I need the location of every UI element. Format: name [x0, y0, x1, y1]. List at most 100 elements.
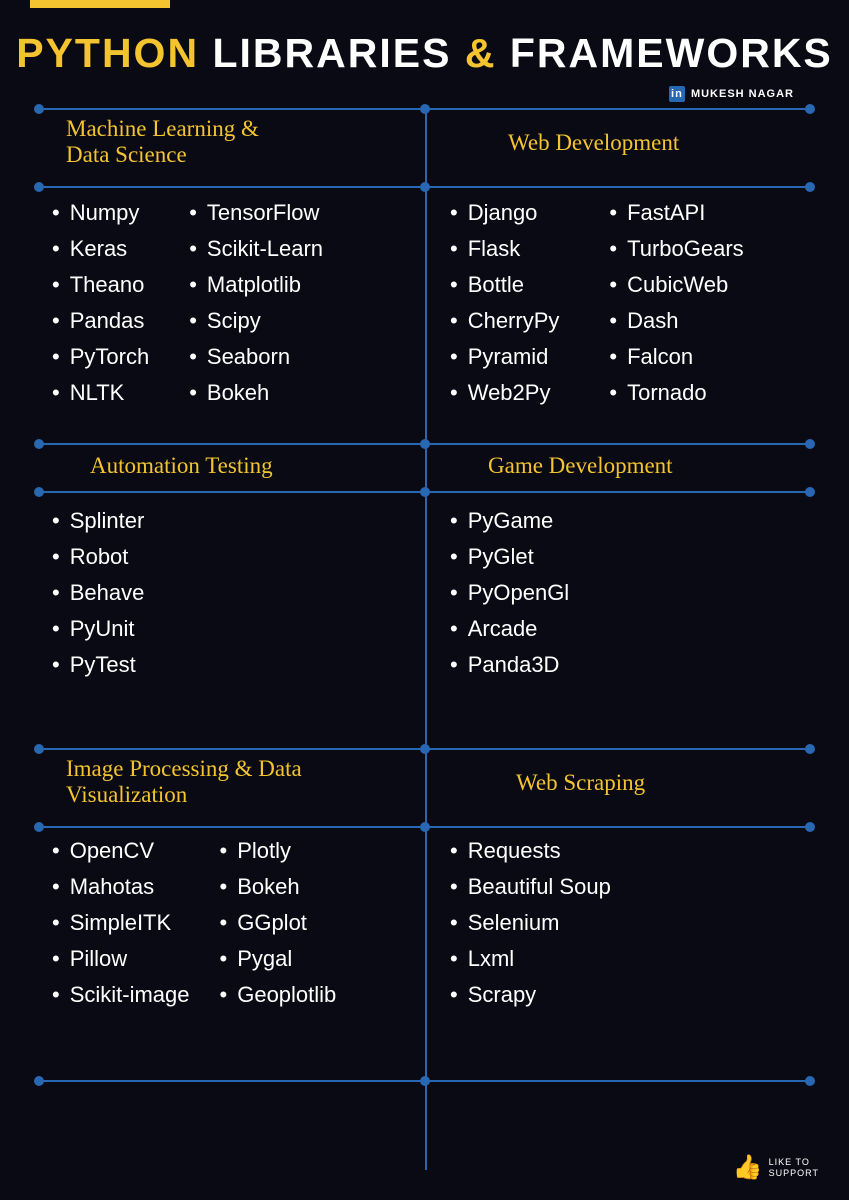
title-python: PYTHON — [16, 30, 199, 76]
items-scrape: Requests Beautiful Soup Selenium Lxml Scrapy — [450, 838, 611, 1008]
col: Numpy Keras Theano Pandas PyTorch NLTK — [52, 200, 149, 406]
dot — [34, 822, 44, 832]
linkedin-icon: in — [669, 86, 685, 102]
list-item: PyTest — [52, 652, 144, 678]
items-game: PyGame PyGlet PyOpenGl Arcade Panda3D — [450, 508, 569, 678]
list-item: Flask — [450, 236, 559, 262]
col: TensorFlowScikit-LearnMatplotlibScipySea… — [189, 200, 323, 406]
dot — [420, 822, 430, 832]
list-item: Scipy — [189, 308, 323, 334]
title-amp: & — [465, 30, 497, 76]
list-item: Scikit-Learn — [189, 236, 323, 262]
list-item: Web2Py — [450, 380, 559, 406]
list-item: OpenCV — [52, 838, 190, 864]
list-item: Pygal — [220, 946, 337, 972]
list-item: Selenium — [450, 910, 611, 936]
list-item: PyGlet — [450, 544, 569, 570]
col: FastAPI TurboGears CubicWeb Dash Falcon Torna… — [609, 200, 743, 406]
list-item: Panda3D — [450, 652, 569, 678]
list-item: Bottle — [450, 272, 559, 298]
list-item: Splinter — [52, 508, 144, 534]
dot — [420, 1076, 430, 1086]
list-item: GGplot — [220, 910, 337, 936]
dot — [34, 182, 44, 192]
list-item: Plotly — [220, 838, 337, 864]
dot — [34, 104, 44, 114]
col: OpenCVMahotasSimpleITKPillowScikit-image — [52, 838, 190, 1008]
list-item: Seaborn — [189, 344, 323, 370]
col: PyGame PyGlet PyOpenGl Arcade Panda3D — [450, 508, 569, 678]
list-item: Bokeh — [189, 380, 323, 406]
dot — [805, 104, 815, 114]
section-title-img: Image Processing & Data Visualization — [66, 756, 302, 808]
list-item: Theano — [52, 272, 149, 298]
dot — [805, 439, 815, 449]
list-item: Beautiful Soup — [450, 874, 611, 900]
like-text: LIKE TO SUPPORT — [769, 1157, 819, 1179]
dot — [420, 104, 430, 114]
list-item: PyTorch — [52, 344, 149, 370]
dot — [420, 487, 430, 497]
like-prompt: 👍 LIKE TO SUPPORT — [733, 1153, 819, 1182]
dot — [34, 439, 44, 449]
list-item: Keras — [52, 236, 149, 262]
dot — [420, 439, 430, 449]
list-item: Dash — [609, 308, 743, 334]
dot — [34, 487, 44, 497]
dot — [420, 182, 430, 192]
list-item: Behave — [52, 580, 144, 606]
author-name: MUKESH NAGAR — [691, 88, 794, 100]
dot — [805, 182, 815, 192]
list-item: NLTK — [52, 380, 149, 406]
list-item: Robot — [52, 544, 144, 570]
items-ml: Numpy Keras Theano Pandas PyTorch NLTK Tensor… — [52, 200, 323, 406]
author-credit: in MUKESH NAGAR — [669, 86, 794, 102]
like-line1: LIKE TO — [769, 1157, 819, 1168]
list-item: Falcon — [609, 344, 743, 370]
dot — [805, 1076, 815, 1086]
col: Plotly Bokeh GGplot Pygal Geoplotlib — [220, 838, 337, 1008]
list-item: TurboGears — [609, 236, 743, 262]
dot — [805, 487, 815, 497]
list-item: Scrapy — [450, 982, 611, 1008]
list-item: Requests — [450, 838, 611, 864]
list-item: Pyramid — [450, 344, 559, 370]
list-item: SimpleITK — [52, 910, 190, 936]
list-item: Geoplotlib — [220, 982, 337, 1008]
thumbs-up-icon: 👍 — [733, 1153, 763, 1182]
list-item: Numpy — [52, 200, 149, 226]
title-libraries: LIBRARIES — [212, 30, 451, 76]
list-item: PyOpenGl — [450, 580, 569, 606]
list-item: CubicWeb — [609, 272, 743, 298]
col: Django Flask Bottle CherryPy Pyramid Web2Py — [450, 200, 559, 406]
top-accent-bar — [30, 0, 170, 8]
list-item: Pillow — [52, 946, 190, 972]
list-item: Pandas — [52, 308, 149, 334]
list-item: CherryPy — [450, 308, 559, 334]
dot — [805, 822, 815, 832]
dot — [34, 1076, 44, 1086]
like-line2: SUPPORT — [769, 1168, 819, 1179]
items-web: Django Flask Bottle CherryPy Pyramid Web2Py F… — [450, 200, 744, 406]
list-item: Bokeh — [220, 874, 337, 900]
section-title-game: Game Development — [488, 453, 673, 479]
col: Splinter Robot Behave PyUnit PyTest — [52, 508, 144, 678]
title-frameworks: FRAMEWORKS — [510, 30, 833, 76]
list-item: PyGame — [450, 508, 569, 534]
section-title-web: Web Development — [508, 130, 679, 156]
main-title: PYTHON LIBRARIES & FRAMEWORKS — [0, 30, 849, 77]
list-item: Lxml — [450, 946, 611, 972]
vertical-divider — [425, 108, 427, 1170]
content-grid: Machine Learning & Data Science Numpy Ker… — [38, 108, 811, 1170]
list-item: FastAPI — [609, 200, 743, 226]
list-item: PyUnit — [52, 616, 144, 642]
section-title-scrape: Web Scraping — [516, 770, 645, 796]
list-item: Django — [450, 200, 559, 226]
items-img: OpenCVMahotasSimpleITKPillowScikit-image… — [52, 838, 336, 1008]
list-item: Tornado — [609, 380, 743, 406]
list-item: Arcade — [450, 616, 569, 642]
section-title-ml: Machine Learning & Data Science — [66, 116, 259, 168]
list-item: TensorFlow — [189, 200, 323, 226]
col: Requests Beautiful Soup Selenium Lxml Scrapy — [450, 838, 611, 1008]
dot — [420, 744, 430, 754]
